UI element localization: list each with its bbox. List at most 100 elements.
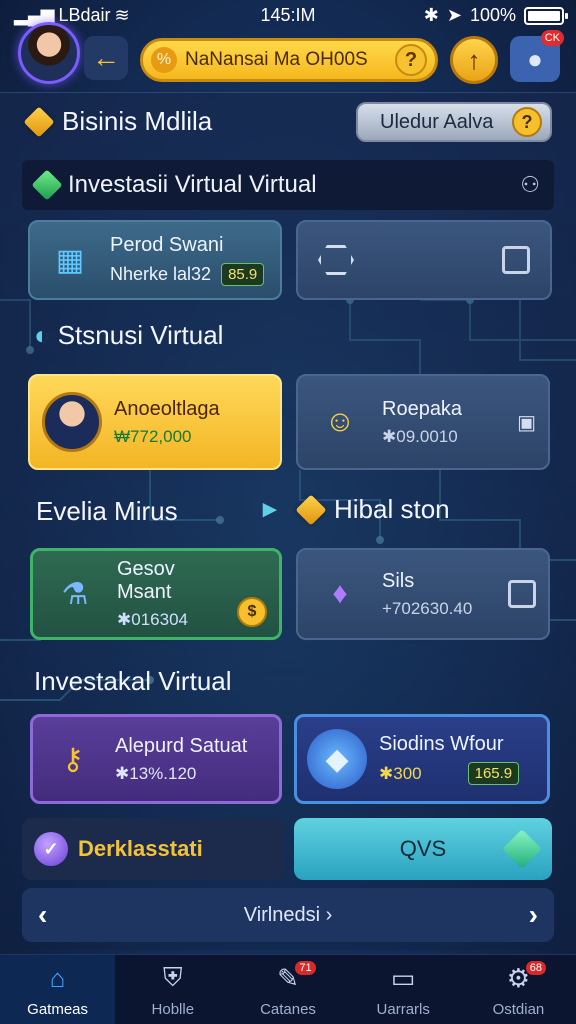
section-title-text: Investakal Virtual [34,666,232,696]
monitor-icon: ▭ [390,962,416,993]
battery-icon [524,6,568,25]
nav-label: Catanes [260,1001,316,1018]
nav-label: Ostdian [492,1001,545,1018]
nav-label: Hoblle [151,1001,195,1018]
bluetooth-icon: ✱ [423,5,439,25]
business-title: Bisinis Mdlila [23,105,213,138]
status-right: ✱ ➤ 100% [423,5,568,26]
square-icon [508,580,536,608]
value-chip: 85.9 [221,263,265,286]
card-title: Gesov Msant [117,558,175,603]
section-title-left: Evelia Mirus [36,496,178,527]
qvs-button[interactable]: QVS [294,818,552,880]
shield-icon: ⛨ [163,962,183,992]
card-value: ₩772,000 [114,426,192,446]
crystal-icon: ♦ [332,577,348,610]
card-subtitle: Nherke lal32 [110,264,212,284]
card-meta: ✱300 165.9 [379,762,520,785]
section-title: Investakal Virtual [34,666,232,697]
shield-icon: ◆ [307,729,367,789]
section-title-text: Evelia Mirus [36,496,178,526]
business-title-text: Bisinis Mdlila [62,106,213,136]
location-icon: ➤ [446,5,462,25]
card-title: Siodins Wfour [379,733,504,755]
nav-label: Gatmeas [27,1001,89,1018]
card-title: Roepaka [382,397,463,420]
card-value: ✱13%.120 [115,763,197,783]
business-action-button[interactable]: Uledur Aalva ? [356,102,552,142]
investment-card[interactable]: ⚷ Alepurd Satuat ✱13%.120 [30,714,282,804]
card-meta: Nherke lal32 85.9 [110,263,265,286]
card-body: Roepaka ✱09.0010 [382,398,505,447]
section-title-right: Hibal ston [295,493,450,526]
nav-item-ostdian[interactable]: ⚙ 68 Ostdian [461,955,576,1024]
nav-item-catanes[interactable]: ✎ 71 Catanes [230,955,345,1024]
square-icon [502,246,530,274]
home-icon: ⌂ [49,962,66,993]
status-bar: ▂▄▆ LBdair ≋ 145:IM ✱ ➤ 100% [0,0,576,30]
nav-badge: 68 [525,961,547,975]
investment-card[interactable]: Anoeoltlaga ₩772,000 [28,374,282,470]
virtual-bar-label: Investasii Virtual Virtual [68,171,317,198]
bottom-nav: ⌂ Gatmeas ⛨ Hoblle ✎ 71 Catanes ▭ Uarrar… [0,954,576,1024]
diamond-icon [23,105,55,138]
back-button[interactable]: ← [84,36,128,80]
gem-icon [31,169,63,201]
cube-icon: ▦ [55,243,85,277]
nav-badge: 71 [295,961,316,975]
virtual-investment-bar[interactable]: Investasii Virtual Virtual ⚇ [22,160,554,210]
next-arrow-icon[interactable]: › [529,899,538,931]
section-title-text: Stsnusi Virtual [57,320,224,350]
avatar[interactable] [18,22,80,84]
person-icon [42,392,102,452]
nav-item-home[interactable]: ⌂ Gatmeas [0,955,116,1024]
card-body: Sils +702630.40 [382,570,496,619]
user-icon: ● [527,43,543,74]
empty-card[interactable] [296,220,552,300]
coin-icon[interactable]: $ [237,597,267,627]
arrow-left-icon: ← [92,42,120,73]
diamond-icon [295,493,327,526]
potion-icon: ⚗ [61,577,89,611]
help-icon: ? [512,107,542,137]
key-icon: ⚷ [62,742,84,776]
pager-label-text: Virlnedsi [243,903,321,926]
globe-icon: ◐ [34,320,50,350]
card-title: Alepurd Satuat [115,734,248,757]
help-button[interactable]: ? [395,44,427,76]
orb-icon: ✓ [34,832,68,866]
search-text: NaNansai Ma OH00S [185,49,368,70]
profile-button[interactable]: ● CK [510,30,564,82]
nav-item-hoblle[interactable]: ⛨ Hoblle [115,955,230,1024]
card-value: ✱09.0010 [382,426,458,446]
investment-card[interactable]: ⚗ Gesov Msant ✱016304 $ [30,548,282,640]
business-action-label: Uledur Aalva [380,110,494,133]
card-value: +702630.40 [382,598,473,618]
upgrade-button[interactable]: ↑ [450,36,498,84]
investment-card[interactable]: ◆ Siodins Wfour ✱300 165.9 [294,714,550,804]
notification-badge: CK [540,30,564,46]
pager-label[interactable]: Virlnedsi › [47,904,528,927]
section-title: ◐ Stsnusi Virtual [34,320,223,351]
card-body: Perod Swani Nherke lal32 85.9 [110,234,265,286]
card-body: Siodins Wfour ✱300 165.9 [379,733,520,785]
search-bar[interactable]: % NaNansai Ma OH00S ? [140,38,438,82]
investment-card[interactable]: ♦ Sils +702630.40 [296,548,550,640]
gem-icon [502,829,542,869]
group-icon[interactable]: ⚇ [520,172,540,198]
hexagon-icon [318,245,354,275]
card-body: Gesov Msant ✱016304 [117,558,225,630]
investment-card[interactable]: ☺ Roepaka ✱09.0010 ▣ [296,374,550,470]
card-title: Sils [382,569,415,592]
investment-card[interactable]: ▦ Perod Swani Nherke lal32 85.9 [28,220,282,300]
declare-label: Derklasstati [78,836,203,861]
tag-icon: ▣ [517,411,536,434]
chevron-right-icon: ► [258,496,282,523]
section-title-text: Hibal ston [334,494,450,524]
prev-arrow-icon[interactable]: ‹ [38,899,47,931]
nav-item-uarrarls[interactable]: ▭ Uarrarls [346,955,461,1024]
card-value: ✱300 [379,763,422,783]
declare-button[interactable]: ✓ Derklasstati [22,818,284,880]
card-title: Perod Swani [110,234,224,256]
card-body: Alepurd Satuat ✱13%.120 [115,735,247,784]
